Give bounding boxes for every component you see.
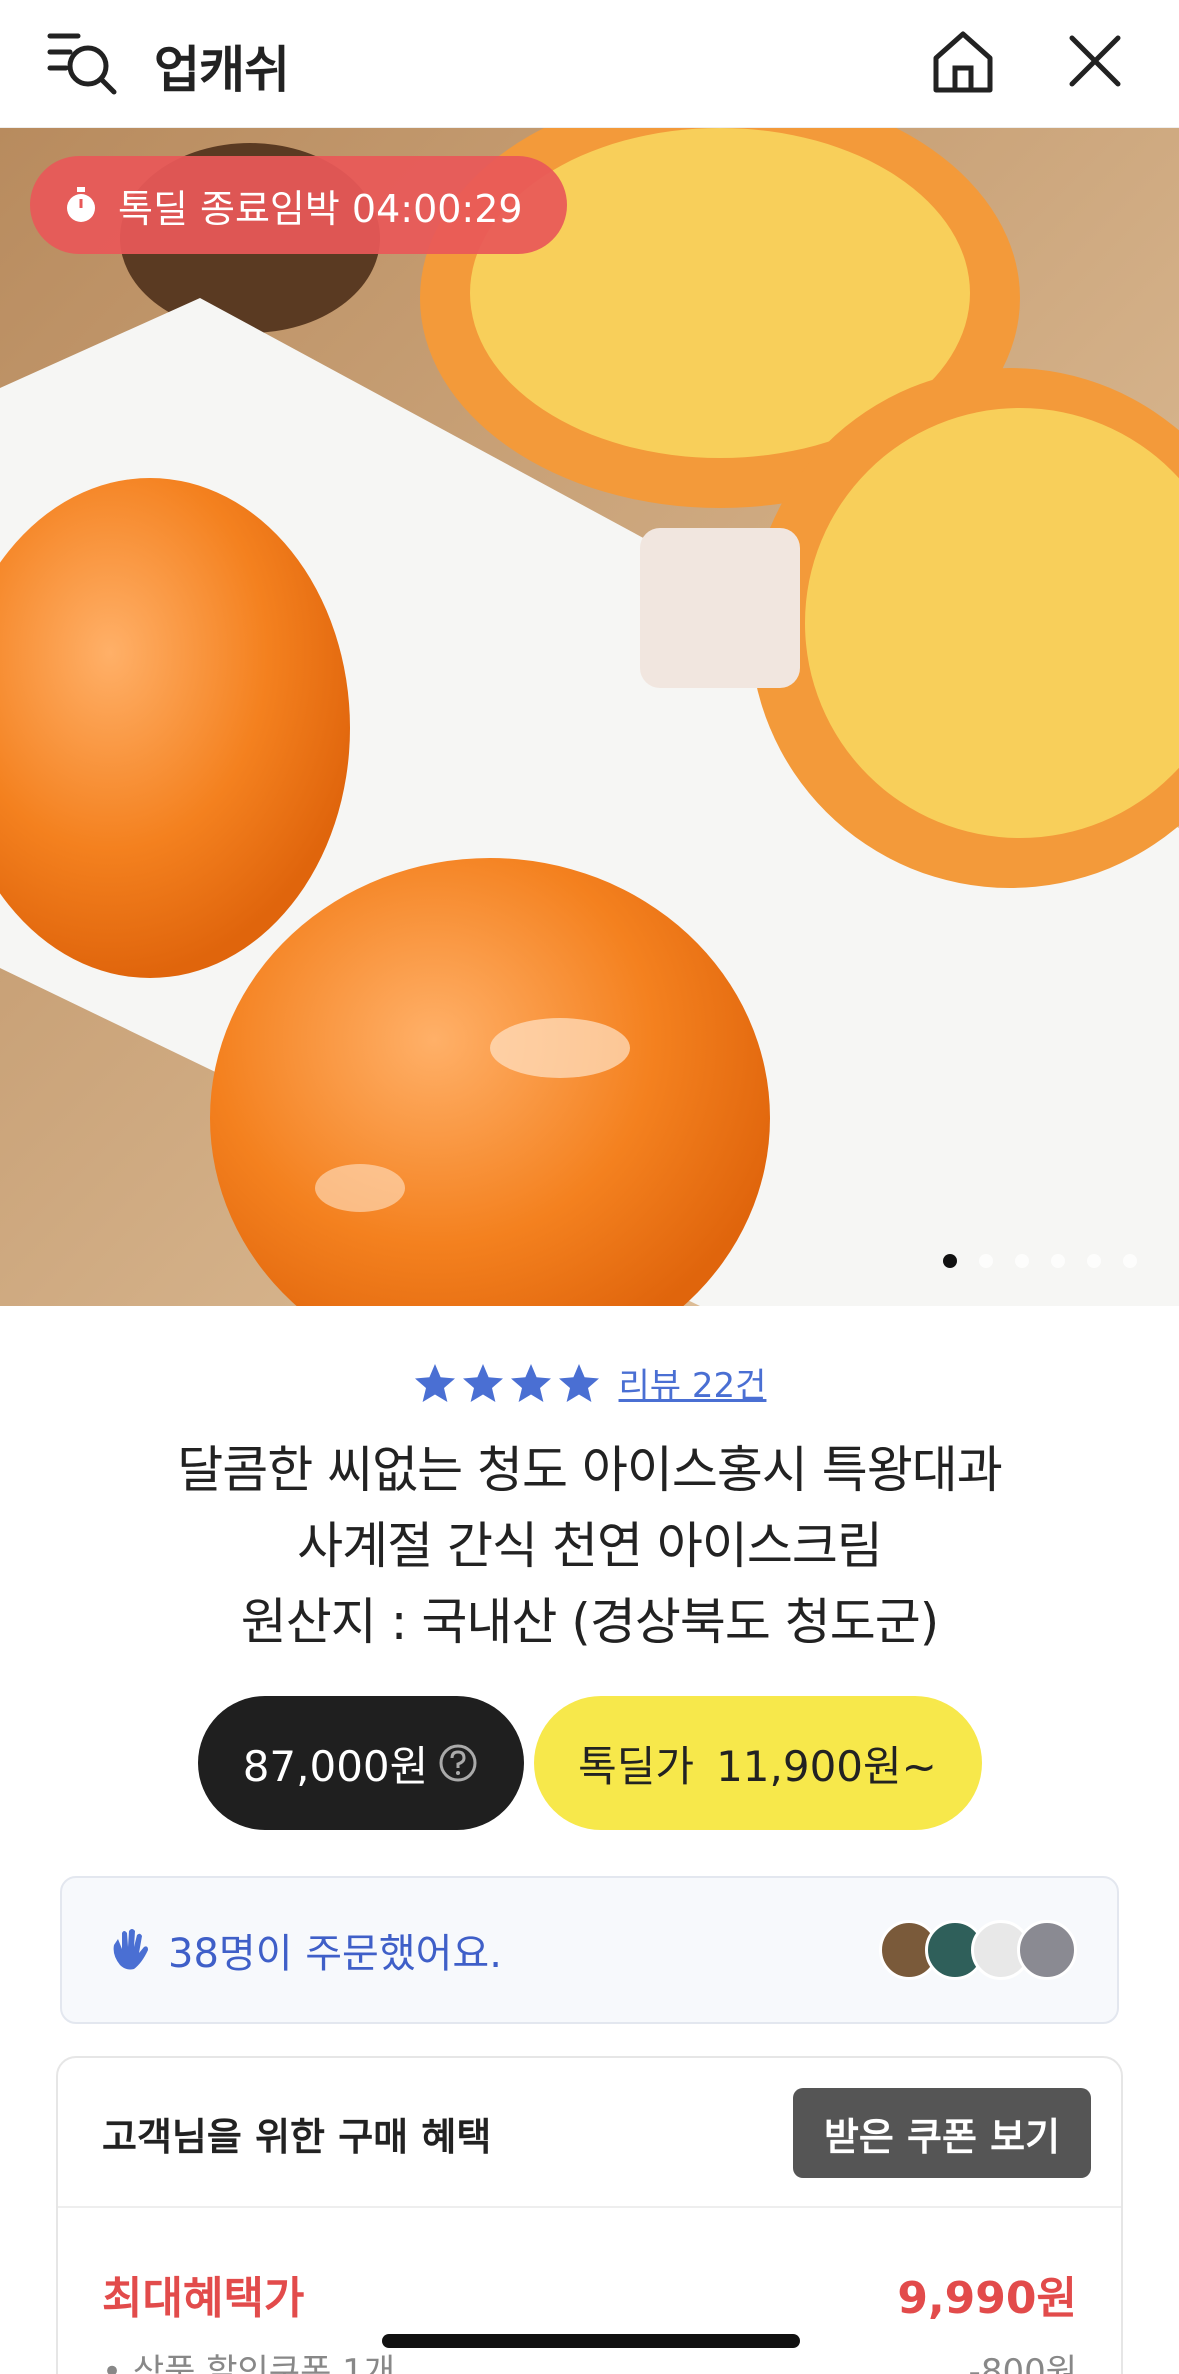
max-benefit-label: 최대혜택가	[102, 2273, 305, 2324]
carousel-dot[interactable]	[1015, 1254, 1029, 1268]
product-title-line: 달콤한 씨없는 청도 아이스홍시 특왕대과	[177, 1441, 1003, 1499]
view-coupons-button[interactable]: 받은 쿠폰 보기	[793, 2088, 1091, 2178]
review-count-link[interactable]: 리뷰 22건	[619, 1358, 767, 1407]
carousel-dot-active[interactable]	[943, 1254, 957, 1268]
carousel-dot[interactable]	[1087, 1254, 1101, 1268]
star-icon	[558, 1363, 599, 1402]
star-icon	[414, 1363, 455, 1402]
product-photo	[0, 128, 1179, 1306]
deal-timer-text: 톡딜 종료임박 04:00:29	[118, 186, 523, 231]
benefits-heading: 고객님을 위한 구매 혜택	[102, 2115, 492, 2159]
menu-search-icon[interactable]	[44, 26, 122, 98]
max-benefit-price: 9,990원	[897, 2273, 1077, 2324]
order-count-text: 38명이 주문했어요.	[168, 1931, 502, 1977]
star-rating	[413, 1361, 601, 1405]
product-title-line: 사계절 간식 천연 아이스크림	[297, 1517, 883, 1575]
buyer-avatar	[1017, 1920, 1077, 1980]
close-icon[interactable]	[1062, 28, 1128, 94]
question-icon[interactable]	[438, 1743, 478, 1783]
order-count-banner: 38명이 주문했어요.	[60, 1876, 1119, 2024]
product-image-carousel[interactable]: 톡딜 종료임박 04:00:29	[0, 128, 1179, 1306]
app-title: 업캐쉬	[154, 41, 290, 99]
stopwatch-icon	[67, 187, 95, 222]
star-icon	[510, 1363, 551, 1402]
waving-hand-icon	[113, 1929, 148, 1970]
home-indicator	[382, 2334, 800, 2348]
deal-timer-badge: 톡딜 종료임박 04:00:29	[30, 156, 567, 254]
deal-price: 11,900원~	[716, 1741, 937, 1791]
top-app-bar: 업캐쉬	[0, 0, 1179, 128]
rating-row: 리뷰 22건	[0, 1358, 1179, 1407]
price-row: 87,000원 톡딜가 11,900원~	[0, 1696, 1179, 1830]
divider	[58, 2206, 1121, 2208]
buyer-avatars	[879, 1920, 1077, 1980]
original-price-pill[interactable]: 87,000원	[197, 1696, 524, 1830]
star-icon	[462, 1363, 503, 1402]
carousel-dot[interactable]	[979, 1254, 993, 1268]
product-title-line: 원산지 : 국내산 (경상북도 청도군)	[240, 1593, 939, 1651]
coupon-line-label: • 상품 할인쿠폰 1개	[102, 2352, 396, 2374]
coupon-line-amount: -800원	[968, 2352, 1077, 2374]
original-price: 87,000원	[242, 1741, 429, 1791]
carousel-dot[interactable]	[1051, 1254, 1065, 1268]
carousel-indicator	[943, 1254, 1137, 1268]
home-icon[interactable]	[928, 26, 998, 98]
deal-price-pill[interactable]: 톡딜가 11,900원~	[533, 1696, 982, 1830]
carousel-dot[interactable]	[1123, 1254, 1137, 1268]
deal-price-label: 톡딜가	[578, 1741, 695, 1791]
purchase-benefits-card: 고객님을 위한 구매 혜택 받은 쿠폰 보기 최대혜택가 9,990원 • 상품…	[56, 2056, 1123, 2374]
product-title: 달콤한 씨없는 청도 아이스홍시 특왕대과 사계절 간식 천연 아이스크림 원산…	[60, 1432, 1119, 1660]
